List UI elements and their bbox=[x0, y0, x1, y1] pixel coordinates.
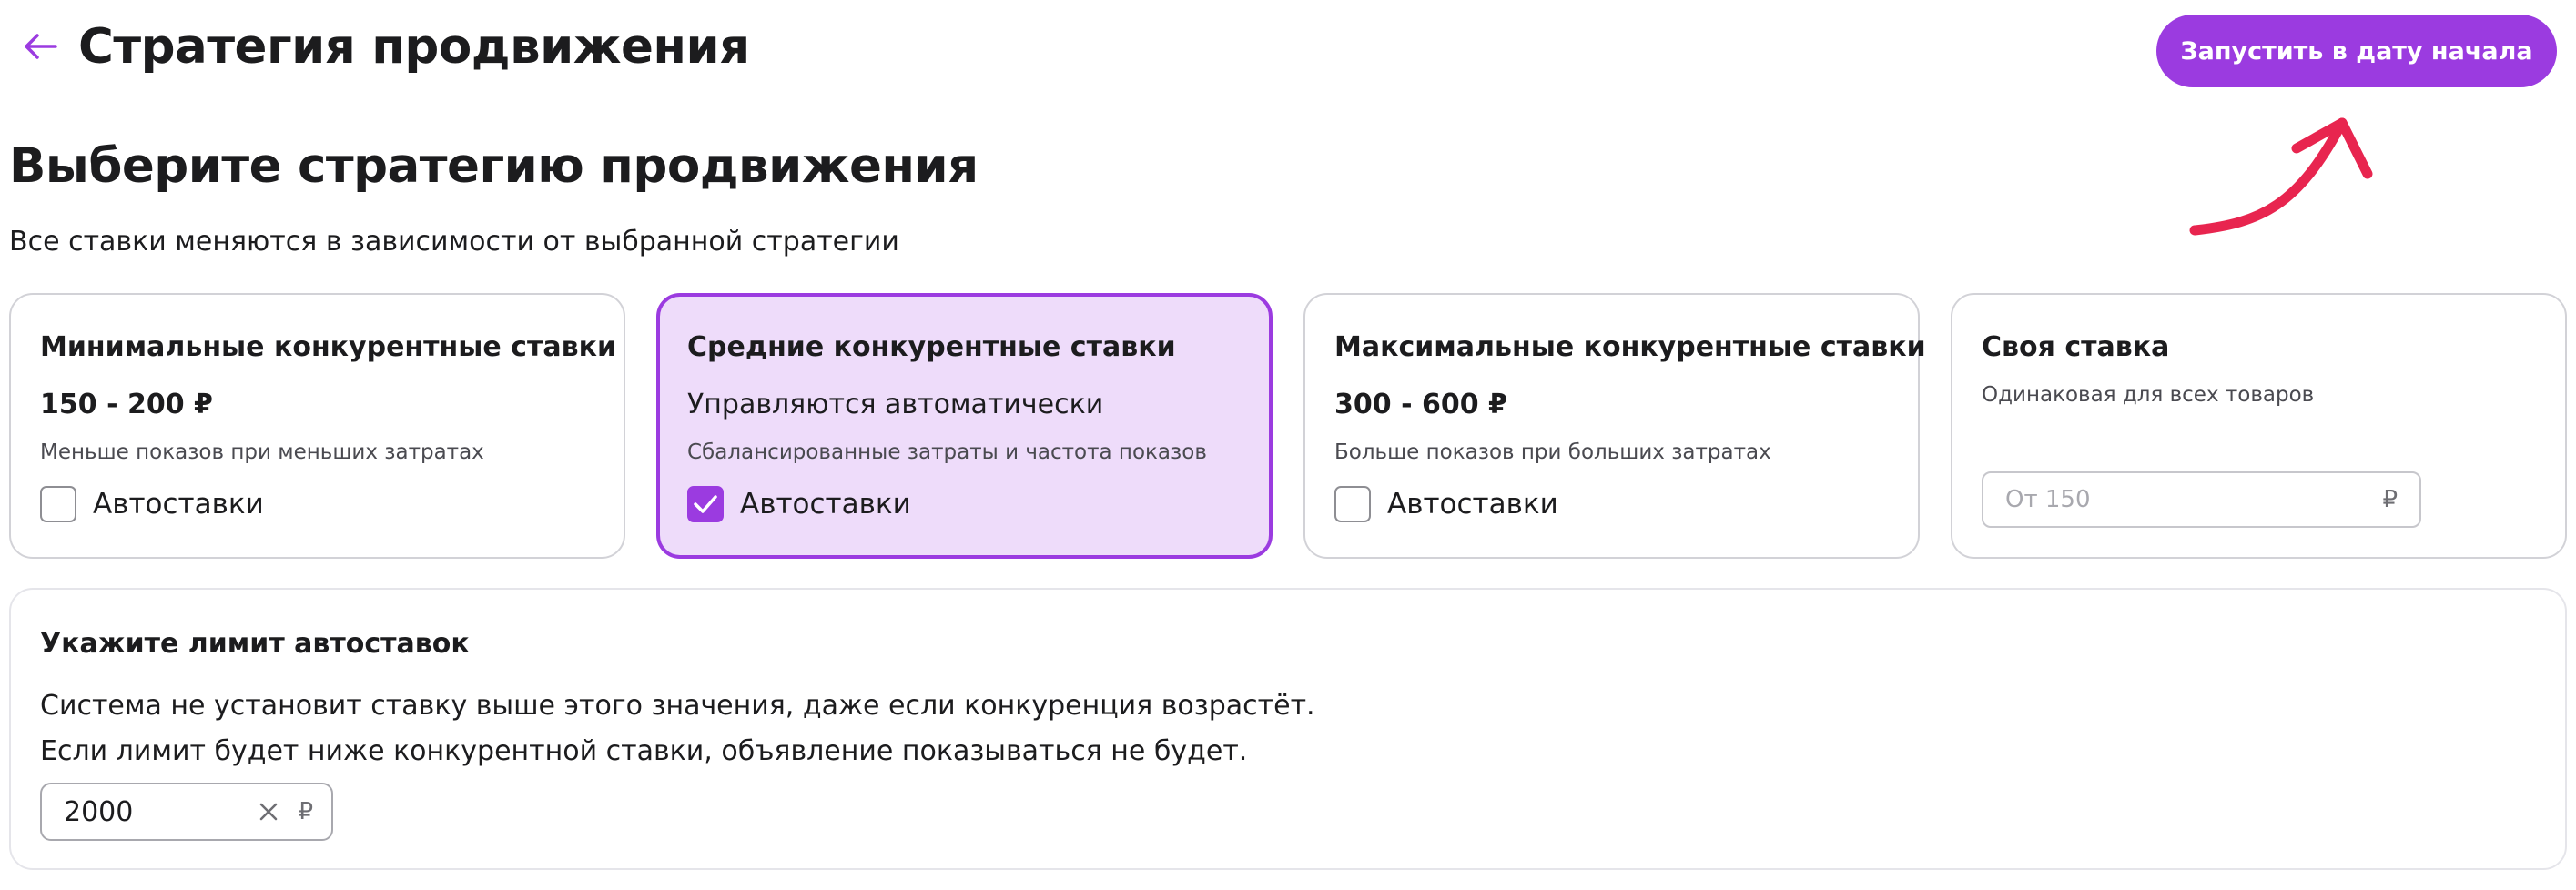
limit-description-line-2: Если лимит будет ниже конкурентной ставк… bbox=[40, 735, 1248, 767]
autobid-checkbox-minimal[interactable]: Автоставки bbox=[40, 486, 264, 522]
card-description: Меньше показов при меньших затратах bbox=[40, 440, 484, 464]
card-description: Одинаковая для всех товаров bbox=[1982, 383, 2315, 407]
strategy-card-maximal[interactable]: Максимальные конкурентные ставки 300 - 6… bbox=[1303, 293, 1926, 559]
curved-arrow-icon bbox=[2189, 117, 2373, 236]
autobid-checkbox-average[interactable]: Автоставки bbox=[687, 486, 911, 522]
strategy-card-custom[interactable]: Своя ставка Одинаковая для всех товаров … bbox=[1951, 293, 2567, 559]
checkbox-label: Автоставки bbox=[740, 488, 911, 521]
checkbox-checked[interactable] bbox=[687, 486, 724, 522]
checkbox-label: Автоставки bbox=[93, 488, 264, 521]
checkmark-icon bbox=[694, 495, 717, 513]
page: Стратегия продвижения Запустить в дату н… bbox=[0, 0, 2576, 890]
page-title: Стратегия продвижения bbox=[78, 18, 750, 75]
card-title: Своя ставка bbox=[1982, 331, 2170, 363]
back-arrow-icon bbox=[25, 34, 57, 59]
launch-on-start-date-button[interactable]: Запустить в дату начала bbox=[2156, 15, 2557, 87]
card-price: 150 - 200 ₽ bbox=[40, 389, 213, 420]
card-title: Средние конкурентные ставки bbox=[687, 331, 1176, 363]
strategy-cards: Минимальные конкурентные ставки 150 - 20… bbox=[9, 293, 2567, 559]
limit-description: Система не установит ставку выше этого з… bbox=[40, 683, 2536, 774]
checkbox[interactable] bbox=[40, 486, 76, 522]
back-button[interactable] bbox=[18, 25, 62, 68]
strategy-card-average[interactable]: Средние конкурентные ставки Управляются … bbox=[656, 293, 1273, 559]
limit-title: Укажите лимит автоставок bbox=[40, 628, 470, 660]
card-description: Больше показов при больших затратах bbox=[1334, 440, 1771, 464]
limit-input[interactable] bbox=[64, 795, 255, 828]
autobid-limit-section: Укажите лимит автоставок Система не уста… bbox=[9, 588, 2567, 870]
card-title: Максимальные конкурентные ставки bbox=[1334, 331, 1926, 363]
checkbox[interactable] bbox=[1334, 486, 1371, 522]
custom-bid-field[interactable]: ₽ bbox=[1982, 471, 2421, 528]
card-subtitle: Управляются автоматически bbox=[687, 389, 1104, 420]
close-icon bbox=[260, 803, 278, 821]
limit-description-line-1: Система не установит ставку выше этого з… bbox=[40, 690, 1315, 722]
autobid-checkbox-maximal[interactable]: Автоставки bbox=[1334, 486, 1558, 522]
custom-bid-input[interactable] bbox=[2005, 486, 2383, 513]
card-title: Минимальные конкурентные ставки bbox=[40, 331, 616, 363]
currency-symbol: ₽ bbox=[298, 798, 313, 825]
currency-symbol: ₽ bbox=[2382, 486, 2398, 513]
clear-button[interactable] bbox=[254, 797, 283, 826]
card-price: 300 - 600 ₽ bbox=[1334, 389, 1507, 420]
checkbox-label: Автоставки bbox=[1387, 488, 1558, 521]
header: Стратегия продвижения bbox=[18, 15, 750, 78]
card-description: Сбалансированные затраты и частота показ… bbox=[687, 440, 1207, 464]
section-subtitle: Все ставки меняются в зависимости от выб… bbox=[9, 226, 899, 258]
limit-field[interactable]: ₽ bbox=[40, 783, 333, 841]
section-title: Выберите стратегию продвижения bbox=[9, 138, 979, 194]
strategy-card-minimal[interactable]: Минимальные конкурентные ставки 150 - 20… bbox=[9, 293, 625, 559]
